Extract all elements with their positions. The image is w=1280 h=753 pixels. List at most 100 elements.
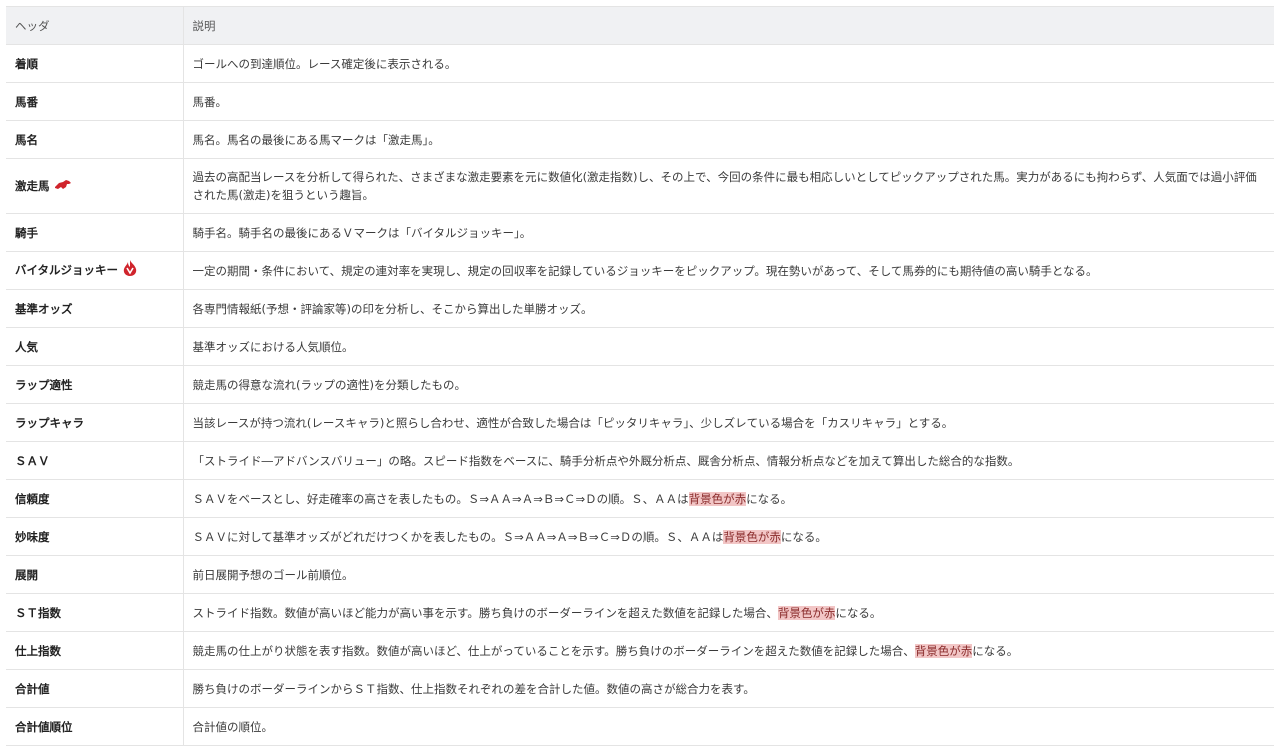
row-name: ＳＡＶ — [15, 453, 50, 468]
row-description-tail: になる。 — [972, 643, 1019, 658]
row-name-cell: 騎手 — [6, 213, 184, 252]
row-name: ラップ適性 — [15, 377, 73, 392]
row-name-cell: 着順 — [6, 44, 184, 83]
row-description: ＳＡＶをベースとし、好走確率の高さを表したもの。Ｓ⇒ＡＡ⇒Ａ⇒Ｂ⇒Ｃ⇒Ｄの順。Ｓ… — [192, 491, 689, 506]
row-name: 着順 — [15, 56, 38, 71]
row-name: ＳＴ指数 — [15, 605, 61, 620]
row-name: 馬名 — [15, 132, 38, 147]
row-name-cell: 基準オッズ — [6, 289, 184, 328]
row-description-cell: ＳＡＶに対して基準オッズがどれだけつくかを表したもの。Ｓ⇒ＡＡ⇒Ａ⇒Ｂ⇒Ｃ⇒Ｄの… — [183, 517, 1274, 556]
row-name: 仕上指数 — [15, 643, 61, 658]
table-row: 仕上指数 競走馬の仕上がり状態を表す指数。数値が高いほど、仕上がっていることを示… — [6, 631, 1274, 670]
table-row: 合計値 勝ち負けのボーダーラインからＳＴ指数、仕上指数それぞれの差を合計した値。… — [6, 669, 1274, 708]
row-description: 過去の高配当レースを分析して得られた、さまざまな激走要素を元に数値化(激走指数)… — [192, 170, 1257, 202]
red-background-highlight: 背景色が赤 — [777, 605, 836, 620]
row-name: ラップキャラ — [15, 415, 84, 430]
table-row: 妙味度 ＳＡＶに対して基準オッズがどれだけつくかを表したもの。Ｓ⇒ＡＡ⇒Ａ⇒Ｂ⇒… — [6, 517, 1274, 556]
table-row: 馬名 馬名。馬名の最後にある馬マークは「激走馬」。 — [6, 120, 1274, 159]
row-name-cell: 人気 — [6, 327, 184, 366]
table-row: バイタルジョッキー 一定の期間・条件において、規定の連対率を実現し、規定の回収率… — [6, 251, 1274, 290]
row-name-cell: ＳＡＶ — [6, 441, 184, 480]
row-name-cell: ラップ適性 — [6, 365, 184, 404]
row-description: 勝ち負けのボーダーラインからＳＴ指数、仕上指数それぞれの差を合計した値。数値の高… — [192, 681, 755, 696]
row-description-cell: 当該レースが持つ流れ(レースキャラ)と照らし合わせ、適性が合致した場合は「ピッタ… — [183, 403, 1274, 442]
table-row: 着順 ゴールへの到達順位。レース確定後に表示される。 — [6, 44, 1274, 83]
table-row: 基準オッズ 各専門情報紙(予想・評論家等)の印を分析し、そこから算出した単勝オッ… — [6, 289, 1274, 328]
row-description-tail: になる。 — [835, 605, 882, 620]
row-name: 信頼度 — [15, 491, 50, 506]
row-description-tail: になる。 — [746, 491, 793, 506]
row-description: 「ストライド―アドバンスバリュー」の略。スピード指数をベースに、騎手分析点や外厩… — [192, 453, 1020, 468]
row-description-cell: 各専門情報紙(予想・評論家等)の印を分析し、そこから算出した単勝オッズ。 — [183, 289, 1274, 328]
row-description: 馬番。 — [192, 94, 228, 109]
row-name-cell: 合計値 — [6, 669, 184, 708]
row-name-cell: バイタルジョッキー — [6, 251, 184, 290]
vital-v-flame-icon — [122, 259, 138, 282]
row-name-cell: ラップキャラ — [6, 403, 184, 442]
row-name-cell: 展開 — [6, 555, 184, 594]
row-name: 人気 — [15, 339, 38, 354]
row-name-cell: 合計値順位 — [6, 707, 184, 746]
column-header-description: 説明 — [183, 6, 1274, 45]
row-description: ＳＡＶに対して基準オッズがどれだけつくかを表したもの。Ｓ⇒ＡＡ⇒Ａ⇒Ｂ⇒Ｃ⇒Ｄの… — [192, 529, 724, 544]
row-description-cell: 基準オッズにおける人気順位。 — [183, 327, 1274, 366]
red-background-highlight: 背景色が赤 — [688, 491, 747, 506]
row-description: 一定の期間・条件において、規定の連対率を実現し、規定の回収率を記録しているジョッ… — [192, 263, 1098, 278]
row-name-cell: 仕上指数 — [6, 631, 184, 670]
table-header-row: ヘッダ 説明 — [6, 6, 1274, 45]
table-row: 馬番 馬番。 — [6, 82, 1274, 121]
row-description: 馬名。馬名の最後にある馬マークは「激走馬」。 — [192, 132, 440, 147]
row-name: 合計値 — [15, 681, 50, 696]
table-row: 信頼度 ＳＡＶをベースとし、好走確率の高さを表したもの。Ｓ⇒ＡＡ⇒Ａ⇒Ｂ⇒Ｃ⇒Ｄ… — [6, 479, 1274, 518]
row-description-cell: 馬番。 — [183, 82, 1274, 121]
row-description-cell: 合計値の順位。 — [183, 707, 1274, 746]
table-row: 展開 前日展開予想のゴール前順位。 — [6, 555, 1274, 594]
row-description: 競走馬の得意な流れ(ラップの適性)を分類したもの。 — [192, 377, 466, 392]
table-row: 合計値順位 合計値の順位。 — [6, 707, 1274, 746]
row-description-cell: 競走馬の仕上がり状態を表す指数。数値が高いほど、仕上がっていることを示す。勝ち負… — [183, 631, 1274, 670]
row-description-cell: ゴールへの到達順位。レース確定後に表示される。 — [183, 44, 1274, 83]
red-background-highlight: 背景色が赤 — [723, 529, 781, 544]
table-row: ＳＡＶ 「ストライド―アドバンスバリュー」の略。スピード指数をベースに、騎手分析… — [6, 441, 1274, 480]
table-row: ラップ適性 競走馬の得意な流れ(ラップの適性)を分類したもの。 — [6, 365, 1274, 404]
row-description-cell: 前日展開予想のゴール前順位。 — [183, 555, 1274, 594]
row-name-cell: 馬名 — [6, 120, 184, 159]
row-description-tail: になる。 — [780, 529, 827, 544]
row-description-cell: ストライド指数。数値が高いほど能力が高い事を示す。勝ち負けのボーダーラインを超え… — [183, 593, 1274, 632]
row-name: 激走馬 — [15, 178, 50, 193]
table-row: ＳＴ指数 ストライド指数。数値が高いほど能力が高い事を示す。勝ち負けのボーダーラ… — [6, 593, 1274, 632]
row-name-cell: 信頼度 — [6, 479, 184, 518]
row-name: 騎手 — [15, 225, 38, 240]
row-description-cell: 一定の期間・条件において、規定の連対率を実現し、規定の回収率を記録しているジョッ… — [183, 251, 1274, 290]
row-description-cell: 過去の高配当レースを分析して得られた、さまざまな激走要素を元に数値化(激走指数)… — [183, 158, 1274, 214]
row-description-cell: 勝ち負けのボーダーラインからＳＴ指数、仕上指数それぞれの差を合計した値。数値の高… — [183, 669, 1274, 708]
row-name-cell: ＳＴ指数 — [6, 593, 184, 632]
column-header-name: ヘッダ — [6, 6, 184, 45]
row-description-cell: 馬名。馬名の最後にある馬マークは「激走馬」。 — [183, 120, 1274, 159]
row-name: 妙味度 — [15, 529, 50, 544]
row-name: バイタルジョッキー — [15, 263, 119, 277]
row-name: 展開 — [15, 567, 38, 582]
table-row: 激走馬 過去の高配当レースを分析して得られた、さまざまな激走要素を元に数値化(激… — [6, 158, 1274, 214]
row-description-cell: ＳＡＶをベースとし、好走確率の高さを表したもの。Ｓ⇒ＡＡ⇒Ａ⇒Ｂ⇒Ｃ⇒Ｄの順。Ｓ… — [183, 479, 1274, 518]
table-row: ラップキャラ 当該レースが持つ流れ(レースキャラ)と照らし合わせ、適性が合致した… — [6, 403, 1274, 442]
row-description: 前日展開予想のゴール前順位。 — [192, 567, 354, 582]
row-description: 競走馬の仕上がり状態を表す指数。数値が高いほど、仕上がっていることを示す。勝ち負… — [192, 643, 915, 658]
row-description: 合計値の順位。 — [192, 719, 274, 734]
table-row: 人気 基準オッズにおける人気順位。 — [6, 327, 1274, 366]
red-background-highlight: 背景色が赤 — [914, 643, 973, 658]
row-name-cell: 馬番 — [6, 82, 184, 121]
row-description: 騎手名。騎手名の最後にあるＶマークは「バイタルジョッキー」。 — [192, 225, 532, 240]
row-name-cell: 妙味度 — [6, 517, 184, 556]
row-description-cell: 「ストライド―アドバンスバリュー」の略。スピード指数をベースに、騎手分析点や外厩… — [183, 441, 1274, 480]
red-horse-icon — [54, 177, 72, 195]
row-description: 各専門情報紙(予想・評論家等)の印を分析し、そこから算出した単勝オッズ。 — [192, 301, 593, 316]
row-description-cell: 騎手名。騎手名の最後にあるＶマークは「バイタルジョッキー」。 — [183, 213, 1274, 252]
row-description: 当該レースが持つ流れ(レースキャラ)と照らし合わせ、適性が合致した場合は「ピッタ… — [192, 415, 954, 430]
row-description-cell: 競走馬の得意な流れ(ラップの適性)を分類したもの。 — [183, 365, 1274, 404]
row-description: ストライド指数。数値が高いほど能力が高い事を示す。勝ち負けのボーダーラインを超え… — [192, 605, 778, 620]
row-name-cell: 激走馬 — [6, 158, 184, 214]
row-description: 基準オッズにおける人気順位。 — [192, 339, 354, 354]
row-name: 基準オッズ — [15, 301, 73, 316]
row-name: 馬番 — [15, 94, 38, 109]
